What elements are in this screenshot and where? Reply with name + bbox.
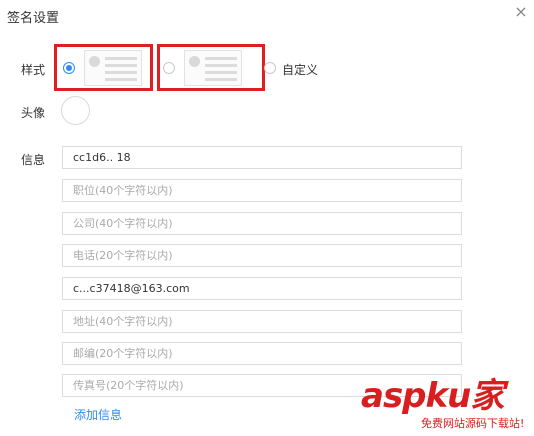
- thumb-line: [105, 57, 137, 60]
- position-field[interactable]: [62, 179, 462, 202]
- thumb-line: [205, 78, 237, 81]
- thumb-line: [105, 64, 137, 67]
- style-option-1-radio[interactable]: [63, 62, 75, 74]
- site-watermark: aspku家 免费网站源码下载站!: [361, 377, 531, 433]
- phone-field[interactable]: [62, 244, 462, 267]
- name-field[interactable]: [62, 146, 462, 169]
- style-label: 样式: [21, 63, 46, 77]
- close-icon[interactable]: ×: [512, 3, 530, 21]
- add-info-link[interactable]: 添加信息: [74, 406, 122, 423]
- watermark-sub: 免费网站源码下载站!: [421, 417, 525, 430]
- thumb-avatar-placeholder: [189, 56, 200, 67]
- thumb-line: [205, 57, 237, 60]
- address-field[interactable]: [62, 310, 462, 333]
- thumb-line: [205, 71, 237, 74]
- dialog-title: 签名设置: [7, 11, 60, 26]
- company-field[interactable]: [62, 212, 462, 235]
- avatar-label: 头像: [21, 106, 46, 120]
- thumb-line: [105, 71, 137, 74]
- template-left-avatar-icon[interactable]: [184, 50, 242, 86]
- email-field[interactable]: [62, 277, 462, 300]
- thumb-avatar-placeholder: [89, 56, 100, 67]
- signature-settings-dialog: 签名设置 × 样式 自定义 头像 信息 添加信息 aspku家 免费网站源码下载…: [0, 0, 534, 436]
- custom-style-label[interactable]: 自定义: [282, 61, 318, 78]
- postcode-field[interactable]: [62, 342, 462, 365]
- info-label: 信息: [21, 153, 46, 167]
- avatar-upload[interactable]: [61, 96, 90, 125]
- style-option-custom-radio[interactable]: [264, 62, 276, 74]
- thumb-line: [105, 78, 137, 81]
- watermark-main: aspku家: [361, 376, 504, 416]
- template-left-avatar-icon[interactable]: [84, 50, 142, 86]
- thumb-line: [205, 64, 237, 67]
- style-option-2-radio[interactable]: [163, 62, 175, 74]
